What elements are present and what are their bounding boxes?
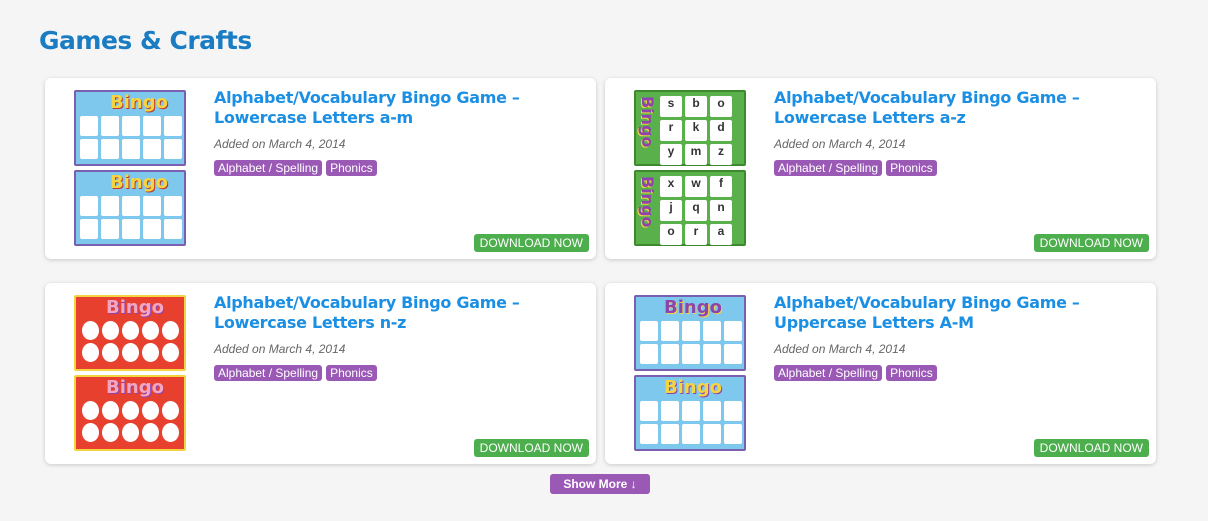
tag-phonics[interactable]: Phonics (326, 365, 377, 381)
bingo-board: Bingo (634, 295, 746, 371)
bingo-logo: Bingo (664, 377, 722, 398)
card-bingo-lowercase-a-m: Bingo Bingo Alphabet/Vocabulary Bingo Ga… (45, 78, 596, 259)
card-bingo-lowercase-n-z: Bingo Bingo Alphabet/Vocabulary Bingo Ga… (45, 283, 596, 464)
bingo-board: Bingo (74, 90, 186, 166)
download-button[interactable]: DOWNLOAD NOW (473, 439, 589, 457)
download-button[interactable]: DOWNLOAD NOW (1033, 439, 1149, 457)
tag-alphabet-spelling[interactable]: Alphabet / Spelling (774, 365, 883, 381)
tag-alphabet-spelling[interactable]: Alphabet / Spelling (774, 160, 883, 176)
show-more-button[interactable]: Show More ↓ (550, 474, 650, 494)
bingo-logo: Bingo (638, 176, 657, 228)
bingo-board: Bingo (74, 170, 186, 246)
bingo-logo: Bingo (110, 92, 168, 113)
tag-alphabet-spelling[interactable]: Alphabet / Spelling (214, 365, 323, 381)
bingo-board: Bingo (74, 375, 186, 451)
tag-alphabet-spelling[interactable]: Alphabet / Spelling (214, 160, 323, 176)
bingo-logo: Bingo (110, 172, 168, 193)
bingo-logo: Bingo (106, 297, 164, 318)
download-button[interactable]: DOWNLOAD NOW (473, 234, 589, 252)
download-button[interactable]: DOWNLOAD NOW (1033, 234, 1149, 252)
bingo-board: Bingo (634, 375, 746, 451)
card-title-link[interactable]: Alphabet/Vocabulary Bingo Game – Lowerca… (774, 88, 1139, 128)
card-title-link[interactable]: Alphabet/Vocabulary Bingo Game – Upperca… (774, 293, 1139, 333)
bingo-thumbnail[interactable]: Bingo Bingo (634, 295, 746, 451)
bingo-board: Bingo xwf jqn ora (634, 170, 746, 246)
card-bingo-lowercase-a-z: Bingo sbo rkd ymz Bingo xwf jqn ora Alph… (605, 78, 1156, 259)
tag-phonics[interactable]: Phonics (326, 160, 377, 176)
bingo-thumbnail[interactable]: Bingo sbo rkd ymz Bingo xwf jqn ora (634, 90, 746, 246)
date-added: Added on March 4, 2014 (214, 342, 346, 356)
card-title-link[interactable]: Alphabet/Vocabulary Bingo Game – Lowerca… (214, 293, 579, 333)
bingo-thumbnail[interactable]: Bingo Bingo (74, 90, 186, 246)
tag-phonics[interactable]: Phonics (886, 365, 937, 381)
bingo-board: Bingo sbo rkd ymz (634, 90, 746, 166)
bingo-thumbnail[interactable]: Bingo Bingo (74, 295, 186, 451)
bingo-logo: Bingo (106, 377, 164, 398)
date-added: Added on March 4, 2014 (774, 342, 906, 356)
section-title: Games & Crafts (39, 26, 252, 55)
card-bingo-uppercase-a-m: Bingo Bingo Alphabet/Vocabulary Bingo Ga… (605, 283, 1156, 464)
bingo-board: Bingo (74, 295, 186, 371)
bingo-logo: Bingo (664, 297, 722, 318)
date-added: Added on March 4, 2014 (774, 137, 906, 151)
date-added: Added on March 4, 2014 (214, 137, 346, 151)
bingo-logo: Bingo (638, 96, 657, 148)
card-title-link[interactable]: Alphabet/Vocabulary Bingo Game – Lowerca… (214, 88, 579, 128)
tag-phonics[interactable]: Phonics (886, 160, 937, 176)
